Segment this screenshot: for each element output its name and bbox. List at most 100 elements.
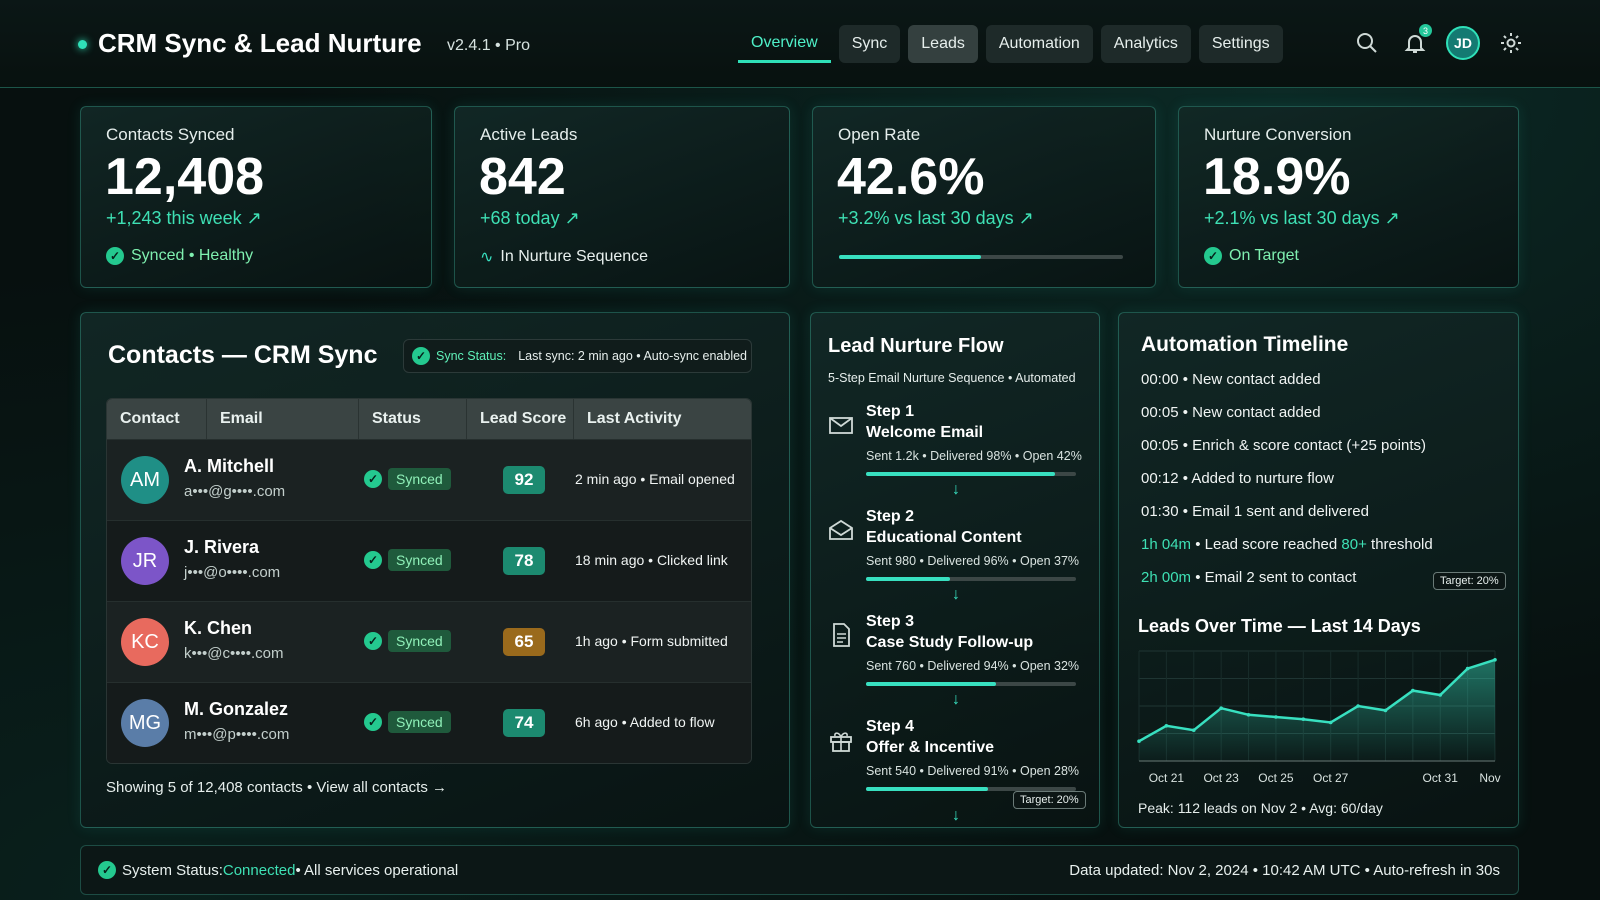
col-last-activity[interactable]: Last Activity [574, 399, 751, 439]
data-point [1438, 693, 1443, 697]
timeline-text: Email 2 sent to contact [1204, 569, 1357, 586]
x-tick-label: Oct 21 [1149, 771, 1185, 785]
stat-card-active-leads: Active Leads 842 +68 today ↗ ∿ In Nurture… [454, 106, 790, 288]
stat-foot: ✓ On Target [1204, 247, 1299, 265]
stat-foot-text: On Target [1229, 247, 1299, 264]
document-icon [827, 621, 855, 649]
stat-delta: +2.1% vs last 30 days ↗ [1204, 208, 1400, 229]
stat-label: Contacts Synced [106, 125, 235, 144]
tab-overview[interactable]: Overview [738, 25, 831, 63]
lead-score-badge: 92 [503, 466, 545, 494]
mail-open-icon [827, 516, 855, 544]
status-cell: ✓ Synced [364, 630, 451, 652]
timeline-time: 1h 04m [1141, 536, 1192, 553]
check-icon: ✓ [98, 861, 116, 879]
timeline-highlight: 80+ [1341, 536, 1367, 553]
sync-status-label: Sync Status: [436, 349, 507, 363]
timeline-text: Lead score reached [1204, 536, 1342, 553]
contact-email: a•••@g••••.com [184, 483, 286, 500]
lead-score-badge: 78 [503, 547, 545, 575]
avatar: JR [121, 537, 169, 585]
lead-score-badge: 65 [503, 628, 545, 656]
user-avatar[interactable]: JD [1446, 26, 1480, 60]
step-number: Step 1 [866, 403, 915, 420]
table-row[interactable]: MG M. Gonzalez m•••@p••••.com ✓ Synced 74… [107, 682, 751, 763]
search-icon[interactable] [1350, 26, 1384, 60]
check-icon: ✓ [412, 347, 430, 365]
data-point [1383, 708, 1388, 713]
tab-settings[interactable]: Settings [1198, 25, 1283, 63]
step-number: Step 4 [866, 718, 915, 735]
col-email[interactable]: Email [207, 399, 359, 439]
col-contact[interactable]: Contact [107, 399, 207, 439]
col-status[interactable]: Status [359, 399, 467, 439]
avatar: AM [121, 456, 169, 504]
pulse-icon: ∿ [480, 249, 494, 266]
timeline-time: 00:05 [1141, 404, 1179, 421]
timeline-time: 01:30 [1141, 503, 1179, 520]
mail-icon [827, 411, 855, 439]
contacts-table: Contact Email Status Lead Score Last Act… [106, 398, 752, 764]
view-all-contacts-link[interactable]: View all contacts → [316, 779, 447, 796]
step-name: Educational Content [866, 529, 1022, 546]
contact-email: j•••@o••••.com [184, 564, 281, 581]
check-icon: ✓ [106, 247, 124, 265]
flow-title: Lead Nurture Flow [828, 335, 1004, 357]
stat-value: 842 [479, 148, 566, 206]
step-name: Case Study Follow-up [866, 634, 1034, 651]
stat-label: Open Rate [838, 125, 921, 144]
table-row[interactable]: AM A. Mitchell a•••@g••••.com ✓ Synced 92… [107, 439, 751, 520]
arrow-down-icon: ↓ [952, 586, 960, 603]
avatar: KC [121, 618, 169, 666]
stat-delta-text: +2.1% vs last 30 days [1204, 208, 1380, 228]
table-row[interactable]: JR J. Rivera j•••@o••••.com ✓ Synced 78 1… [107, 520, 751, 601]
progress-fill [839, 255, 981, 259]
step-progress-fill [866, 472, 1055, 476]
bell-icon[interactable]: 3 [1398, 24, 1432, 60]
x-tick-label: Oct 23 [1203, 771, 1239, 785]
last-activity: 6h ago • Added to flow [575, 714, 715, 730]
sync-status-pill: ✓ Sync Status: Last sync: 2 min ago • Au… [403, 339, 752, 373]
area-fill [1139, 659, 1495, 761]
stat-label: Active Leads [480, 125, 578, 144]
col-lead-score[interactable]: Lead Score [467, 399, 574, 439]
data-point [1164, 724, 1169, 728]
contacts-count: Showing 5 of 12,408 contacts • [106, 779, 317, 796]
status-badge: Synced [388, 549, 451, 571]
tab-analytics[interactable]: Analytics [1100, 25, 1191, 63]
tab-leads[interactable]: Leads [908, 25, 978, 63]
step-metrics: Sent 980 • Delivered 96% • Open 37% [866, 554, 1080, 568]
timeline-target-pill: Target: 20% [1433, 572, 1506, 590]
notification-badge: 3 [1419, 24, 1432, 37]
trend-up-icon: ↗ [1384, 208, 1400, 228]
timeline-item: 1h 04m • Lead score reached 80+ threshol… [1141, 536, 1433, 553]
check-icon: ✓ [364, 470, 382, 488]
stat-foot-text: Synced • Healthy [131, 247, 254, 264]
x-tick-label: Oct 31 [1423, 771, 1459, 785]
table-row[interactable]: KC K. Chen k•••@c••••.com ✓ Synced 65 1h … [107, 601, 751, 682]
step-metrics: Sent 760 • Delivered 94% • Open 32% [866, 659, 1080, 673]
stat-value: 18.9% [1203, 148, 1351, 206]
contacts-footer: Showing 5 of 12,408 contacts • View all … [106, 779, 447, 796]
arrow-down-icon: ↓ [952, 807, 960, 824]
arrow-down-icon: ↓ [952, 691, 960, 708]
contacts-panel: Contacts — CRM Sync ✓ Sync Status: Last … [80, 312, 790, 828]
data-point [1246, 713, 1251, 717]
system-status: ✓ System Status: Connected • All service… [98, 861, 458, 879]
tab-sync[interactable]: Sync [838, 25, 901, 63]
open-rate-progress [839, 255, 1123, 259]
status-label: System Status: [122, 861, 223, 879]
stat-delta-text: +1,243 this week [106, 208, 242, 228]
data-updated: Data updated: Nov 2, 2024 • 10:42 AM UTC… [1069, 862, 1500, 879]
timeline-item: 01:30 • Email 1 sent and delivered [1141, 503, 1369, 520]
gear-icon[interactable] [1494, 26, 1528, 60]
x-tick-label: Oct 25 [1258, 771, 1294, 785]
tab-automation[interactable]: Automation [985, 25, 1093, 63]
status-footer: ✓ System Status: Connected • All service… [80, 845, 1519, 895]
chart-title: Leads Over Time — Last 14 Days [1138, 616, 1421, 636]
stat-label: Nurture Conversion [1204, 125, 1352, 144]
avatar: MG [121, 699, 169, 747]
stat-delta: +1,243 this week ↗ [106, 208, 262, 229]
status-badge: Synced [388, 711, 451, 733]
arrow-down-icon: ↓ [952, 481, 960, 498]
